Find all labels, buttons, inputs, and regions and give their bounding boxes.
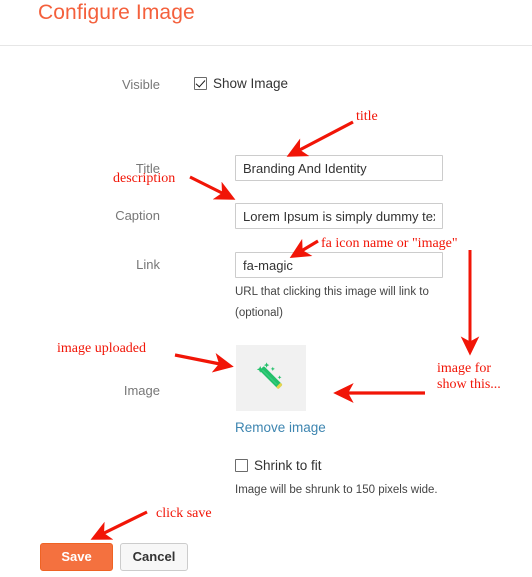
arrow-title — [286, 120, 354, 157]
magic-wand-icon — [256, 362, 283, 389]
visible-label: Visible — [121, 77, 160, 92]
title-input[interactable] — [235, 155, 443, 181]
arrow-click-save — [90, 510, 148, 540]
annotation-icon-name: fa icon name or "image" — [321, 236, 458, 251]
annotation-title: title — [356, 109, 378, 124]
save-button[interactable]: Save — [40, 543, 113, 571]
shrink-to-fit-checkbox-row[interactable]: Shrink to fit — [235, 458, 322, 473]
shrink-to-fit-label: Shrink to fit — [254, 458, 322, 473]
arrow-image-uploaded — [174, 353, 234, 373]
header-divider — [0, 45, 532, 46]
annotation-click-save: click save — [156, 506, 212, 521]
caption-input[interactable] — [235, 203, 443, 229]
remove-image-link[interactable]: Remove image — [235, 420, 326, 435]
show-image-checkbox[interactable] — [194, 77, 207, 90]
annotation-image-for-show: image for show this... — [437, 361, 501, 392]
shrink-to-fit-checkbox[interactable] — [235, 459, 248, 472]
link-input[interactable] — [235, 252, 443, 278]
annotation-description: description — [113, 171, 176, 186]
dialog-header: Configure Image — [0, 0, 532, 46]
cancel-button[interactable]: Cancel — [120, 543, 188, 571]
image-label: Image — [123, 383, 160, 398]
link-label: Link — [136, 257, 160, 272]
annotation-image-uploaded: image uploaded — [57, 341, 147, 356]
page-title: Configure Image — [38, 1, 195, 24]
show-image-label: Show Image — [213, 76, 289, 91]
show-image-checkbox-row[interactable]: Show Image — [194, 76, 288, 91]
link-help-line2: (optional) — [235, 307, 283, 319]
caption-label: Caption — [115, 208, 160, 223]
image-thumbnail[interactable] — [236, 345, 306, 411]
shrink-help-text: Image will be shrunk to 150 pixels wide. — [235, 484, 438, 496]
configure-image-dialog: Configure Image Visible Show Image Title… — [0, 0, 532, 577]
link-help-line1: URL that clicking this image will link t… — [235, 286, 429, 298]
arrow-description — [189, 175, 236, 200]
